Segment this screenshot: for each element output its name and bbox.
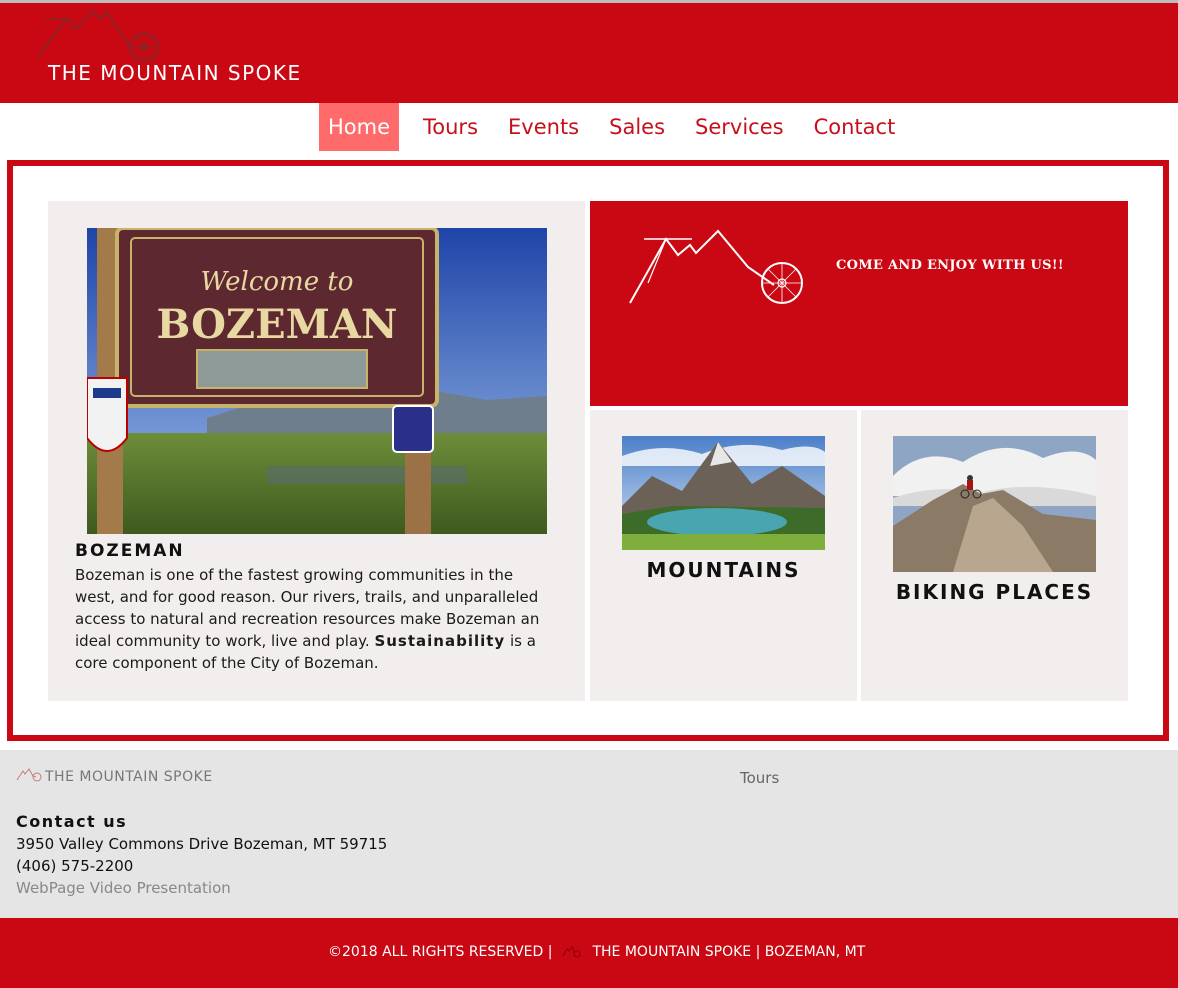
mountain-bike-logo-icon[interactable]	[36, 5, 162, 63]
svg-text:BOZEMAN: BOZEMAN	[157, 301, 398, 348]
nav-item-contact[interactable]: Contact	[800, 103, 910, 151]
svg-text:Welcome to: Welcome to	[201, 267, 354, 297]
mountain-biker-ridge-photo[interactable]	[893, 436, 1096, 572]
mountain-bike-logo-icon	[629, 229, 803, 304]
footer-link-tours[interactable]: Tours	[740, 769, 779, 787]
nav-item-home[interactable]: Home	[319, 103, 400, 151]
intro-heading: BOZEMAN	[75, 541, 185, 561]
promo-text: COME AND ENJOY WITH US!!	[836, 258, 1064, 273]
footer-brand[interactable]: THE MOUNTAIN SPOKE	[45, 769, 213, 785]
video-presentation-link[interactable]: WebPage Video Presentation	[16, 879, 231, 897]
card-biking-title[interactable]: BIKING PLACES	[861, 580, 1128, 604]
contact-heading: Contact us	[16, 812, 128, 831]
mountain-bike-logo-icon	[563, 946, 581, 958]
nav-item-events[interactable]: Events	[494, 103, 593, 151]
copyright-right: THE MOUNTAIN SPOKE | BOZEMAN, MT	[592, 944, 866, 960]
site-title[interactable]: THE MOUNTAIN SPOKE	[48, 61, 302, 85]
intro-text-bold: Sustainability	[374, 632, 506, 650]
nav-item-sales[interactable]: Sales	[595, 103, 679, 151]
main-nav: Home Tours Events Sales Services Contact	[319, 103, 911, 151]
site-header: THE MOUNTAIN SPOKE	[0, 0, 1178, 103]
mountain-lake-photo[interactable]	[622, 436, 825, 550]
welcome-to-bozeman-sign-photo: Welcome to BOZEMAN	[87, 228, 547, 534]
nav-item-tours[interactable]: Tours	[409, 103, 492, 151]
contact-phone: (406) 575-2200	[16, 857, 134, 875]
card-mountains-title[interactable]: MOUNTAINS	[590, 558, 857, 582]
intro-paragraph: Bozeman is one of the fastest growing co…	[75, 564, 553, 674]
nav-item-services[interactable]: Services	[681, 103, 798, 151]
mountain-bike-logo-icon[interactable]	[16, 768, 42, 782]
contact-address: 3950 Valley Commons Drive Bozeman, MT 59…	[16, 835, 388, 853]
copyright-left: ©2018 ALL RIGHTS RESERVED |	[328, 944, 553, 960]
copyright-text: ©2018 ALL RIGHTS RESERVED | THE MOUNTAIN…	[328, 944, 865, 960]
